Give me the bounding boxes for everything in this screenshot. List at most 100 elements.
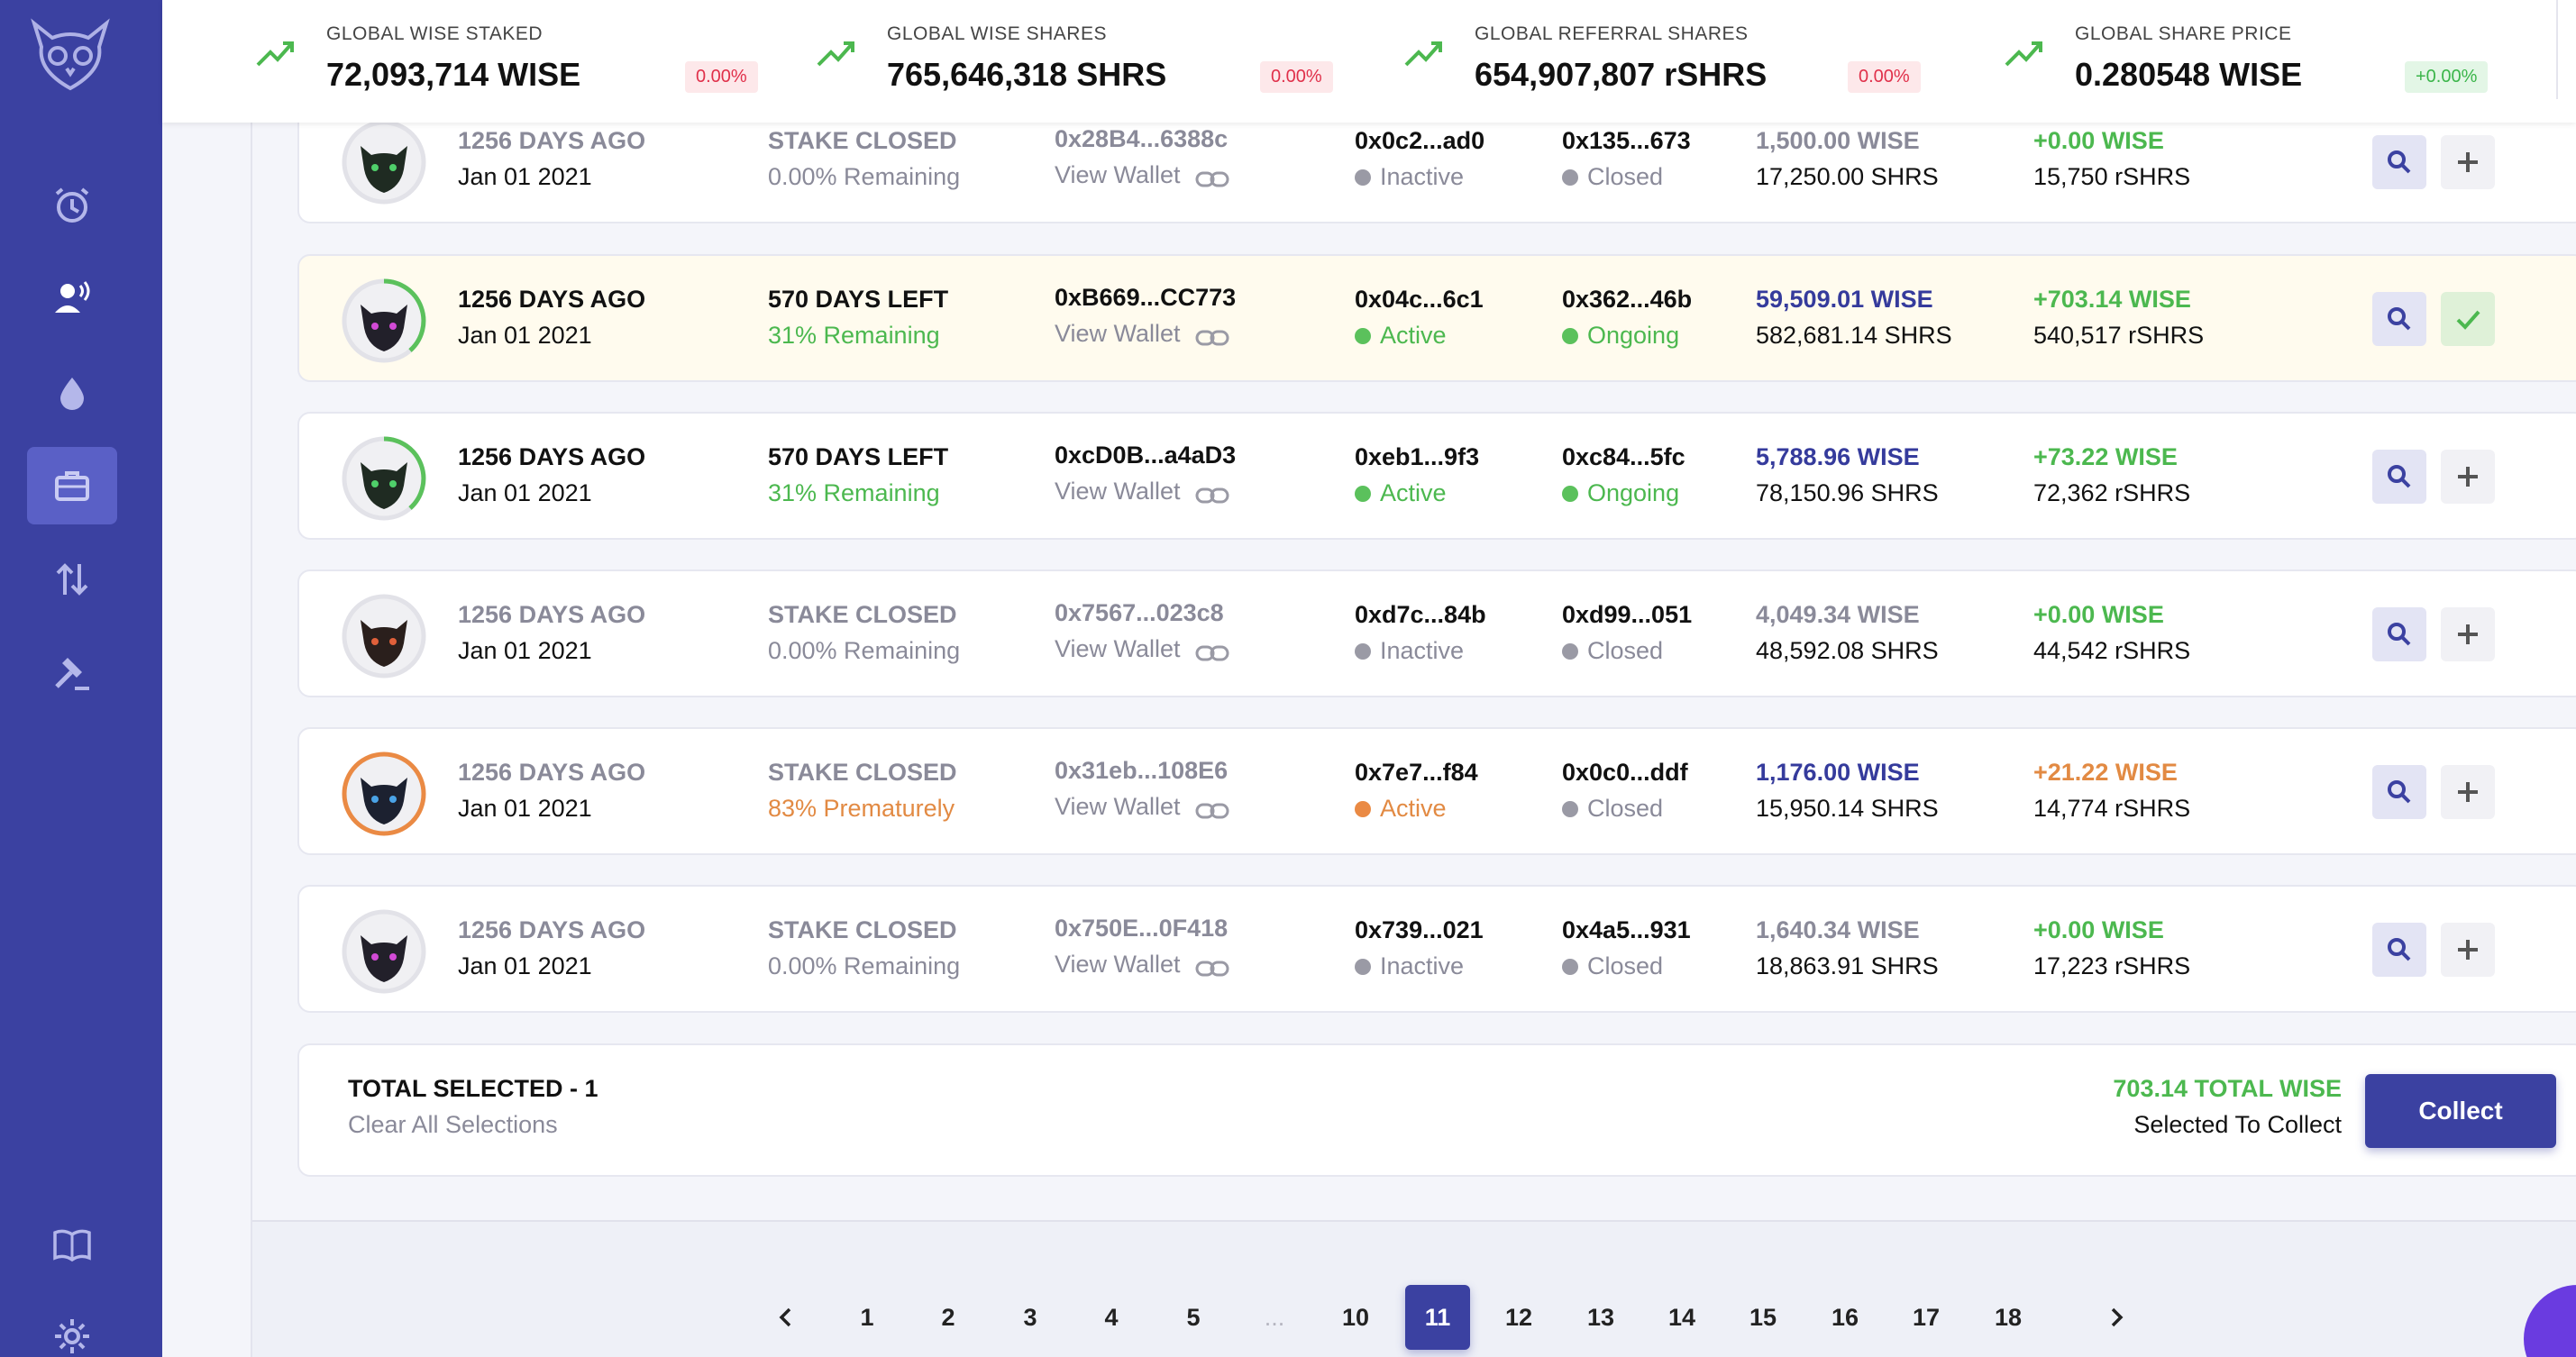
collect-button[interactable]: Collect [2365, 1074, 2556, 1148]
page-1-button[interactable]: 1 [835, 1285, 900, 1350]
search-button[interactable] [2372, 450, 2426, 504]
page-5-button[interactable]: 5 [1161, 1285, 1226, 1350]
owl-logo-icon[interactable] [27, 16, 114, 94]
staker-wallet-address: 0xB669...CC773 [1055, 284, 1237, 311]
page-14-button[interactable]: 14 [1649, 1285, 1714, 1350]
nav-drop-item[interactable] [27, 354, 117, 432]
chevron-left-icon [779, 1307, 791, 1327]
view-wallet-link[interactable]: View Wallet [1055, 473, 1236, 509]
nav-alarm-item[interactable] [27, 167, 117, 244]
stake-reward: +0.00 WISE [2033, 127, 2164, 154]
search-button[interactable] [2372, 292, 2426, 346]
view-wallet-link[interactable]: View Wallet [1055, 157, 1229, 193]
stake-amount: 5,788.96 WISE [1756, 443, 1920, 470]
select-stake-button[interactable] [2441, 765, 2495, 819]
page-13-button[interactable]: 13 [1568, 1285, 1633, 1350]
owl-avatar-icon [342, 436, 426, 521]
page-11-button[interactable]: 11 [1405, 1285, 1470, 1350]
select-stake-button[interactable] [2441, 923, 2495, 977]
page-10-button[interactable]: 10 [1323, 1285, 1388, 1350]
stake-id: 0x0c0...ddf [1562, 759, 1688, 786]
view-wallet-link[interactable]: View Wallet [1055, 788, 1229, 824]
referrer-state: Active [1380, 795, 1447, 822]
page-18-button[interactable]: 18 [1976, 1285, 2041, 1350]
view-wallet-label: View Wallet [1055, 161, 1181, 188]
referrer-state: Active [1380, 322, 1447, 349]
selected-check-button[interactable] [2441, 292, 2495, 346]
stake-status: 570 DAYS LEFT [768, 286, 949, 313]
stake-id: 0xd99...051 [1562, 601, 1693, 628]
exchange-arrows-icon [56, 563, 88, 596]
stake-status: STAKE CLOSED [768, 916, 957, 943]
owl-avatar-icon [342, 120, 426, 205]
trend-up-icon [256, 41, 294, 67]
page-2-button[interactable]: 2 [916, 1285, 981, 1350]
select-stake-button[interactable] [2441, 607, 2495, 661]
stake-shares: 18,863.91 SHRS [1756, 952, 1939, 979]
status-dot [1562, 328, 1578, 344]
clear-selections-link[interactable]: Clear All Selections [348, 1107, 598, 1143]
view-wallet-link[interactable]: View Wallet [1055, 631, 1229, 667]
stat-change-badge: 0.00% [1260, 61, 1333, 93]
sidebar [0, 0, 162, 1357]
stake-id: 0xc84...5fc [1562, 443, 1685, 470]
stake-row[interactable]: 1256 DAYS AGO Jan 01 2021 570 DAYS LEFT 31… [297, 254, 2576, 382]
stake-start-date: Jan 01 2021 [458, 163, 592, 190]
search-button[interactable] [2372, 607, 2426, 661]
stake-days-ago: 1256 DAYS AGO [458, 601, 646, 628]
stake-rshares: 17,223 rSHRS [2033, 952, 2191, 979]
page-3-button[interactable]: 3 [998, 1285, 1063, 1350]
stake-row[interactable]: 1256 DAYS AGO Jan 01 2021 STAKE CLOSED 83%… [297, 727, 2576, 855]
nav-settings-item[interactable] [27, 1298, 117, 1357]
search-button[interactable] [2372, 765, 2426, 819]
view-wallet-link[interactable]: View Wallet [1055, 946, 1229, 982]
stat-value: 654,907,807 rSHRS [1475, 56, 1768, 93]
gear-icon [55, 1319, 89, 1353]
search-button[interactable] [2372, 135, 2426, 189]
stat-label: GLOBAL REFERRAL SHARES [1475, 23, 1749, 44]
stat-value: 0.280548 WISE [2075, 56, 2303, 93]
chat-bubble-button[interactable] [2524, 1285, 2576, 1357]
owl-avatar-icon [342, 909, 426, 994]
nav-referral-item[interactable] [27, 259, 117, 336]
next-page-button[interactable] [2084, 1285, 2149, 1350]
plus-icon [2458, 940, 2478, 960]
staker-wallet-address: 0x750E...0F418 [1055, 915, 1229, 942]
search-icon [2388, 780, 2411, 804]
nav-docs-item[interactable] [27, 1206, 117, 1283]
select-stake-button[interactable] [2441, 135, 2495, 189]
referrer-address: 0x739...021 [1355, 916, 1484, 943]
stake-state: Closed [1587, 637, 1664, 664]
alarm-clock-icon [55, 187, 89, 223]
nav-exchange-item[interactable] [27, 541, 117, 618]
stake-row[interactable]: 1256 DAYS AGO Jan 01 2021 570 DAYS LEFT 31… [297, 412, 2576, 540]
search-icon [2388, 938, 2411, 961]
stake-row[interactable]: 1256 DAYS AGO Jan 01 2021 STAKE CLOSED 0.0… [297, 885, 2576, 1013]
stake-remaining: 0.00% Remaining [768, 952, 961, 979]
page-16-button[interactable]: 16 [1813, 1285, 1877, 1350]
stake-state: Closed [1587, 795, 1664, 822]
page-4-button[interactable]: 4 [1079, 1285, 1144, 1350]
nav-briefcase-item[interactable] [27, 447, 117, 524]
stake-shares: 48,592.08 SHRS [1756, 637, 1939, 664]
referrer-state: Inactive [1380, 952, 1465, 979]
page-15-button[interactable]: 15 [1731, 1285, 1795, 1350]
nav-governance-item[interactable] [27, 634, 117, 712]
trend-up-icon [817, 41, 854, 67]
stat-change-badge: 0.00% [685, 61, 758, 93]
prev-page-button[interactable] [754, 1285, 818, 1350]
select-stake-button[interactable] [2441, 450, 2495, 504]
stat-label: GLOBAL SHARE PRICE [2075, 23, 2292, 44]
stake-amount: 1,640.34 WISE [1756, 916, 1920, 943]
link-icon [1195, 330, 1229, 346]
page-17-button[interactable]: 17 [1894, 1285, 1959, 1350]
stake-state: Ongoing [1587, 322, 1680, 349]
page-12-button[interactable]: 12 [1486, 1285, 1551, 1350]
stake-state: Closed [1587, 163, 1664, 190]
view-wallet-link[interactable]: View Wallet [1055, 315, 1236, 351]
stake-row[interactable]: 1256 DAYS AGO Jan 01 2021 STAKE CLOSED 0.0… [297, 569, 2576, 697]
search-button[interactable] [2372, 923, 2426, 977]
staker-wallet-address: 0x28B4...6388c [1055, 125, 1229, 152]
stake-amount: 1,176.00 WISE [1756, 759, 1920, 786]
status-dot [1355, 169, 1371, 186]
